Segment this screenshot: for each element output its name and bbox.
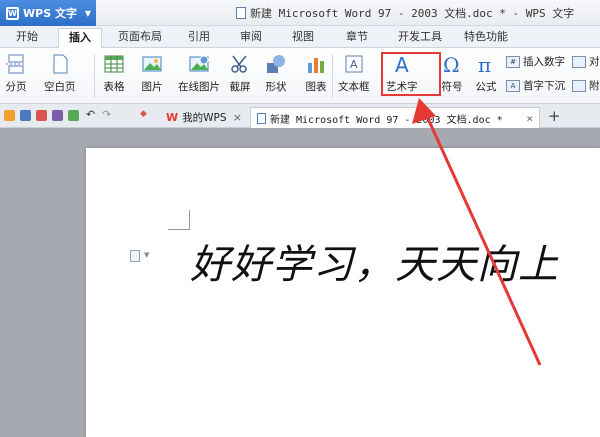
ribbon-separator [332,54,333,98]
shape-icon [264,52,288,76]
insert-number-button[interactable]: # 插入数字 [506,54,565,69]
tab-insert[interactable]: 插入 [58,28,102,48]
omega-icon: Ω [440,52,464,76]
new-tab-button[interactable]: + [548,107,561,125]
attachment-button[interactable]: 附 [572,78,600,93]
drop-cap-button[interactable]: A 首字下沉 [506,78,565,93]
wps-logo-icon: W [6,6,19,20]
watermark-logo-icon [478,405,496,424]
tab-section[interactable]: 章节 [338,28,376,48]
svg-text:Ω: Ω [443,53,460,75]
wordart-highlight-box [381,52,441,96]
chart-icon [304,52,328,76]
symbol-button[interactable]: Ω 符号 [440,52,464,94]
margin-marker [168,210,190,230]
print-preview-icon[interactable] [68,110,79,121]
attachment-icon [572,79,586,92]
svg-text:π: π [478,53,491,75]
tab-view[interactable]: 视图 [284,28,322,48]
chevron-down-icon: ▼ [144,251,150,259]
tab-document[interactable]: 新建 Microsoft Word 97 - 2003 文档.doc * × [250,107,540,128]
blank-page-button[interactable]: 空白页 [44,52,76,94]
online-picture-button[interactable]: 在线图片 [178,52,220,94]
undo-icon[interactable]: ↶ [86,108,97,121]
open-icon[interactable] [4,110,15,121]
picture-button[interactable]: 图片 [140,52,164,94]
object-button[interactable]: 对 [572,54,600,69]
pi-icon: π [474,52,498,76]
document-icon [257,112,266,124]
wps-logo-icon: W [166,111,179,124]
textbox-button[interactable]: A 文本框 [338,52,370,94]
table-icon [102,52,126,76]
title-bar: W WPS 文字 ▼ 新建 Microsoft Word 97 - 2003 文… [0,0,600,26]
svg-text:A: A [350,58,358,71]
tab-page-layout[interactable]: 页面布局 [112,28,168,48]
chart-button[interactable]: 图表 [304,52,328,94]
customize-icon[interactable]: ◆ [140,109,151,120]
shape-button[interactable]: 形状 [264,52,288,94]
pdf-icon[interactable] [36,110,47,121]
watermark: 悟空问答 [478,405,553,424]
app-menu-button[interactable]: W WPS 文字 ▼ [0,0,96,26]
page-break-icon [4,52,28,76]
textbox-icon: A [342,52,366,76]
formula-button[interactable]: π 公式 [474,52,498,94]
ribbon-separator [94,54,95,98]
document-icon [236,7,246,19]
tab-my-wps[interactable]: W 我的WPS × [160,107,248,128]
print-icon[interactable] [52,110,63,121]
close-icon[interactable]: × [526,112,533,125]
screenshot-button[interactable]: 截屏 [228,52,252,94]
table-button[interactable]: 表格 [102,52,126,94]
object-icon [572,55,586,68]
tab-references[interactable]: 引用 [180,28,218,48]
scissors-icon [228,52,252,76]
paragraph-layout-icon[interactable] [130,250,140,262]
app-name: WPS 文字 [23,7,77,20]
chevron-down-icon: ▼ [84,8,91,18]
number-icon: # [506,55,520,68]
tab-special-features[interactable]: 特色功能 [458,28,514,48]
menu-tabs: 开始 插入 页面布局 引用 审阅 视图 章节 开发工具 特色功能 [0,26,600,48]
tab-home[interactable]: 开始 [8,28,46,48]
save-icon[interactable] [20,110,31,121]
window-title: 新建 Microsoft Word 97 - 2003 文档.doc * - W… [236,5,574,21]
document-tab-bar: ↶ ↷ ◆ W 我的WPS × 新建 Microsoft Word 97 - 2… [0,104,600,128]
online-picture-icon [187,52,211,76]
tab-review[interactable]: 审阅 [232,28,270,48]
document-body-text[interactable]: 好好学习，天天向上 [190,232,559,290]
redo-icon[interactable]: ↷ [102,108,113,121]
drop-cap-icon: A [506,79,520,92]
tab-developer[interactable]: 开发工具 [392,28,448,48]
close-icon[interactable]: × [233,111,242,124]
ribbon: 分页 空白页 表格 图片 在线图片 截屏 形状 图表 A 文本框 A 艺术字 Ω… [0,48,600,104]
picture-icon [140,52,164,76]
document-page[interactable] [86,148,600,437]
blank-page-icon [48,52,72,76]
page-break-button[interactable]: 分页 [4,52,28,94]
